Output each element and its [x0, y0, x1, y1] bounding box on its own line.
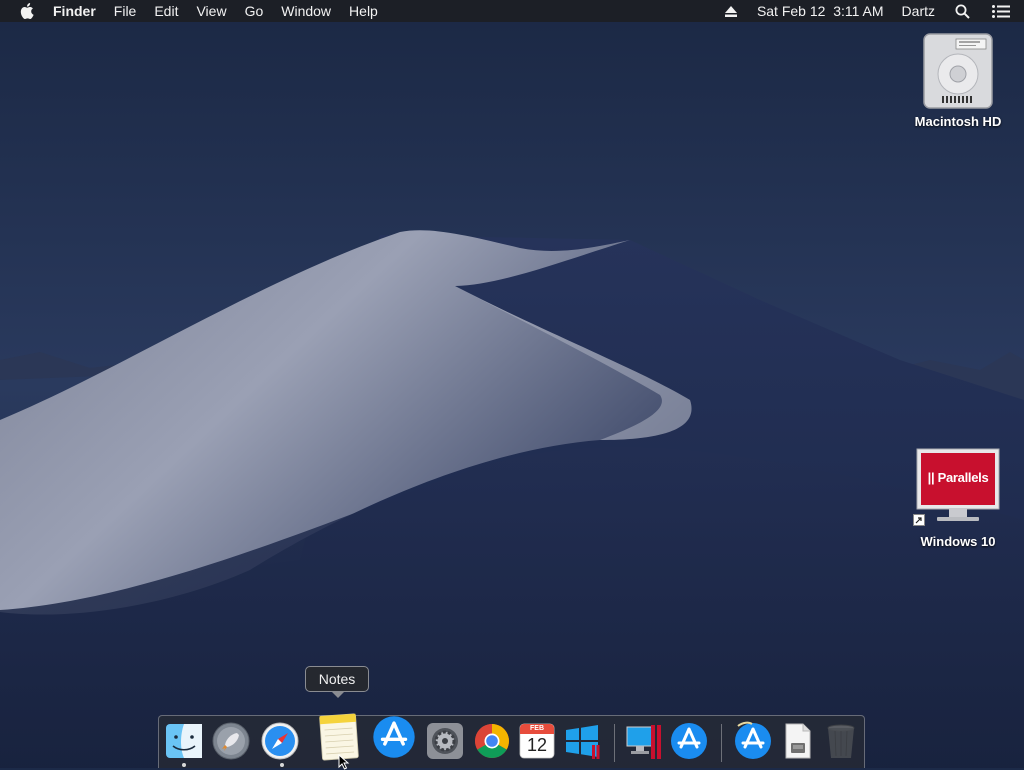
app-store-icon [671, 723, 707, 759]
desktop-wallpaper [0, 0, 1024, 768]
dock-item-system-preferences[interactable] [425, 721, 465, 761]
safari-icon [261, 722, 299, 760]
user-menu[interactable]: Dartz [893, 0, 944, 22]
menu-go[interactable]: Go [236, 0, 273, 22]
dock-tooltip-arrow [331, 691, 345, 698]
menu-file[interactable]: File [105, 0, 146, 22]
system-preferences-icon [427, 723, 463, 759]
dock-item-app-store-2[interactable] [669, 721, 709, 761]
spotlight-button[interactable] [944, 0, 981, 22]
dock-item-document[interactable] [777, 721, 817, 761]
parallels-desktop-icon [626, 725, 661, 759]
desktop-icon-label: Windows 10 [920, 534, 996, 549]
hard-drive-icon [923, 33, 993, 109]
launchpad-icon [212, 722, 250, 760]
windows-parallels-icon [566, 725, 600, 759]
calendar-month: FEB [530, 725, 544, 732]
app-store-folder-icon [735, 721, 771, 759]
dock-item-safari[interactable] [260, 721, 300, 761]
desktop-icon-label: Macintosh HD [914, 114, 1002, 129]
parallels-badge-text: || Parallels [927, 470, 989, 485]
running-indicator [182, 763, 186, 767]
dock-separator [721, 724, 722, 762]
alias-arrow-icon [913, 514, 925, 526]
trash-icon [827, 724, 855, 758]
desktop-icon-windows-10[interactable]: || Parallels Windows 10 [908, 448, 1008, 549]
finder-icon [166, 724, 202, 758]
apple-menu[interactable] [0, 3, 44, 19]
dock-item-trash[interactable] [821, 721, 861, 761]
notification-center-button[interactable] [981, 0, 1024, 22]
notification-center-icon [992, 4, 1010, 18]
dock-tooltip: Notes [305, 666, 369, 692]
apple-icon [20, 3, 34, 19]
dock-item-downloads[interactable] [733, 721, 773, 761]
document-icon [785, 723, 811, 759]
clock[interactable]: Sat Feb 12 3:11 AM [748, 0, 893, 22]
eject-menu-extra[interactable] [714, 0, 748, 22]
dock-item-windows-10[interactable] [562, 721, 602, 761]
dock: FEB 12 [158, 713, 865, 768]
dock-separator [614, 724, 615, 762]
eject-icon [724, 5, 737, 17]
menu-bar: Finder File Edit View Go Window Help Sat… [0, 0, 1024, 22]
menu-window[interactable]: Window [272, 0, 340, 22]
menu-app-finder[interactable]: Finder [44, 0, 105, 22]
dock-item-app-store[interactable] [371, 714, 417, 760]
calendar-day: 12 [526, 735, 548, 755]
menu-view[interactable]: View [187, 0, 235, 22]
dock-item-chrome[interactable] [472, 721, 512, 761]
dock-item-calendar[interactable]: FEB 12 [517, 721, 557, 761]
spotlight-search-icon [955, 4, 970, 19]
running-indicator [280, 763, 284, 767]
dock-item-parallels-desktop[interactable] [625, 721, 665, 761]
menubar-status-area: Sat Feb 12 3:11 AM Dartz [714, 0, 1024, 22]
menu-edit[interactable]: Edit [145, 0, 187, 22]
parallels-vm-icon [916, 448, 1000, 521]
menu-help[interactable]: Help [340, 0, 387, 22]
dock-item-launchpad[interactable] [211, 721, 251, 761]
desktop-icon-macintosh-hd[interactable]: Macintosh HD [908, 30, 1008, 129]
chrome-icon [475, 724, 509, 758]
dock-item-finder[interactable] [164, 721, 204, 761]
app-store-icon [373, 716, 415, 758]
